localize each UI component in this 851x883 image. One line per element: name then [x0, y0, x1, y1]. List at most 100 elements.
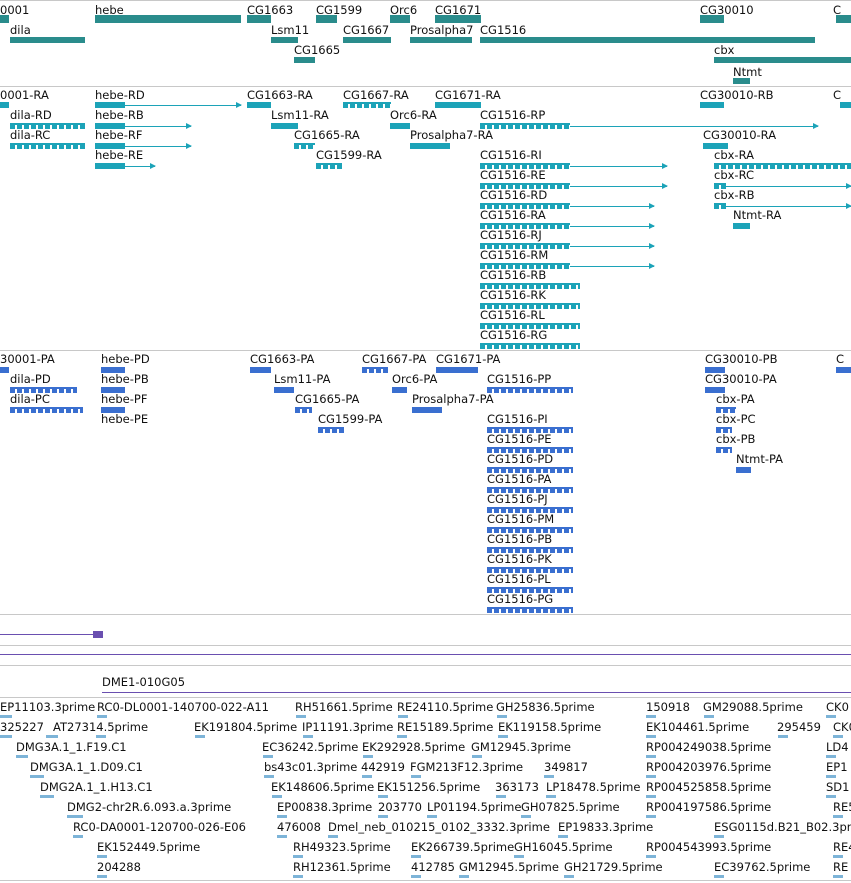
est-label-349817[interactable]: 349817: [544, 761, 588, 774]
est-mark-38[interactable]: [67, 815, 83, 818]
protein-label-cg1516-pd[interactable]: CG1516-PD: [487, 453, 553, 466]
transcript-label-lsm11-ra[interactable]: Lsm11-RA: [271, 109, 329, 122]
protein-label-cg1667-pa[interactable]: CG1667-PA: [362, 353, 426, 366]
transcript-label-cg30010-ra[interactable]: CG30010-RA: [703, 129, 776, 142]
transcript-label-orc6-ra[interactable]: Orc6-RA: [390, 109, 437, 122]
gene-exon-orc6-0[interactable]: [390, 15, 410, 23]
transcript-label-cg1667-ra[interactable]: CG1667-RA: [343, 89, 409, 102]
est-mark-43[interactable]: [646, 815, 656, 818]
purple-feature-line[interactable]: [0, 634, 97, 635]
transcript-label-cg1599-ra[interactable]: CG1599-RA: [316, 149, 382, 162]
purple-feature-block[interactable]: [93, 631, 103, 638]
transcript-exon-ntmt-ra-0[interactable]: [733, 223, 750, 229]
protein-label-cg1671-pa[interactable]: CG1671-PA: [436, 353, 500, 366]
gene-exon-cg1516-0[interactable]: [480, 37, 815, 43]
protein-label-cg1516-pg[interactable]: CG1516-PG: [487, 593, 553, 606]
est-label-dmg3a-1-1-f19-c1[interactable]: DMG3A.1_1.F19.C1: [16, 741, 127, 754]
est-label-rp004197586-5prime[interactable]: RP004197586.5prime: [646, 801, 771, 814]
transcript-exon-cg1665-ra-0[interactable]: [294, 143, 315, 149]
est-label-rp004203976-5prime[interactable]: RP004203976.5prime: [646, 761, 771, 774]
transcript-exon-cg1516-rg-0[interactable]: [480, 343, 580, 349]
est-mark-60[interactable]: [564, 875, 574, 878]
est-mark-54[interactable]: [646, 855, 656, 858]
est-label-ep19833-3prime[interactable]: EP19833.3prime: [558, 821, 653, 834]
transcript-label-prosalpha7-ra[interactable]: Prosalpha7-RA: [410, 129, 493, 142]
est-mark-51[interactable]: [293, 855, 303, 858]
protein-exon-cg1516-pp-0[interactable]: [487, 387, 573, 393]
est-mark-52[interactable]: [411, 855, 421, 858]
transcript-label-cg1516-rj[interactable]: CG1516-RJ: [480, 229, 542, 242]
est-mark-15[interactable]: [646, 715, 656, 718]
transcript-exon-prosalpha7-ra-0[interactable]: [410, 143, 450, 149]
est-mark-53[interactable]: [514, 855, 524, 858]
transcript-label-ntmt-ra[interactable]: Ntmt-RA: [733, 209, 781, 222]
est-label-dmg3a-1-1-d09-c1[interactable]: DMG3A.1_1.D09.C1: [30, 761, 143, 774]
transcript-intron-hebe-rd-1[interactable]: [125, 105, 241, 106]
transcript-label-c[interactable]: C: [833, 89, 841, 102]
est-mark-22[interactable]: [646, 755, 656, 758]
est-label-dmg2a-1-1-h13-c1[interactable]: DMG2A.1_1.H13.C1: [40, 781, 153, 794]
est-label-ep11103-3prime[interactable]: EP11103.3prime: [0, 701, 95, 714]
est-mark-46[interactable]: [277, 835, 287, 838]
gene-label-cg1516[interactable]: CG1516: [480, 24, 526, 37]
protein-label-ntmt-pa[interactable]: Ntmt-PA: [736, 453, 783, 466]
protein-exon-cg1665-pa-0[interactable]: [295, 407, 312, 413]
est-label-esg0115d-b21-b02-3prime[interactable]: ESG0115d.B21_B02.3prime: [714, 821, 851, 834]
transcript-exon-cg1671-ra-0[interactable]: [435, 102, 481, 108]
est-label-rc0-da0001-120700-026-e06[interactable]: RC0-DA0001-120700-026-E06: [73, 821, 246, 834]
est-label-ek292928-5prime[interactable]: EK292928.5prime: [362, 741, 465, 754]
est-label-ek191804-5prime[interactable]: EK191804.5prime: [194, 721, 297, 734]
protein-label-cg1665-pa[interactable]: CG1665-PA: [295, 393, 359, 406]
transcript-label-hebe-rf[interactable]: hebe-RF: [95, 129, 143, 142]
est-mark-55[interactable]: [833, 855, 843, 858]
est-mark-11[interactable]: [97, 715, 107, 718]
transcript-label-cg1516-rm[interactable]: CG1516-RM: [480, 249, 548, 262]
protein-label-cg1516-pi[interactable]: CG1516-PI: [487, 413, 548, 426]
protein-label-dila-pc[interactable]: dila-PC: [10, 393, 50, 406]
protein-exon-cg1599-pa-0[interactable]: [318, 427, 344, 433]
gene-exon-ntmt-0[interactable]: [733, 78, 750, 84]
genome-browser-canvas[interactable]: 0001 dila hebe CG1663 Lsm11 CG1665 CG1599 CG166…: [0, 0, 851, 883]
transcript-label-cg1665-ra[interactable]: CG1665-RA: [294, 129, 360, 142]
transcript-label-hebe-rb[interactable]: hebe-RB: [95, 109, 144, 122]
gene-label-lsm11[interactable]: Lsm11: [271, 24, 309, 37]
protein-label-prosalpha7-pa[interactable]: Prosalpha7-PA: [412, 393, 494, 406]
est-mark-13[interactable]: [398, 715, 408, 718]
est-mark-62[interactable]: [833, 875, 843, 878]
protein-exon-cg1663-pa-0[interactable]: [250, 367, 271, 373]
est-mark-30[interactable]: [826, 775, 836, 778]
gene-exon-cg1665-0[interactable]: [294, 57, 315, 63]
protein-label-cg1516-pj[interactable]: CG1516-PJ: [487, 493, 548, 506]
protein-exon-dila-pc-0[interactable]: [10, 407, 83, 413]
est-mark-16[interactable]: [704, 715, 714, 718]
transcript-intron-cg1516-rj-1[interactable]: [570, 246, 654, 247]
gene-exon-prosalpha7-0[interactable]: [410, 37, 472, 43]
est-mark-44[interactable]: [833, 815, 843, 818]
est-label-gh16045-5prime[interactable]: GH16045.5prime: [514, 841, 613, 854]
protein-exon-c-0[interactable]: [836, 367, 851, 373]
est-label-442919[interactable]: 442919: [361, 761, 405, 774]
est-label-ek148606-5prime[interactable]: EK148606.5prime: [271, 781, 374, 794]
est-mark-34[interactable]: [496, 795, 506, 798]
est-mark-6[interactable]: [498, 735, 508, 738]
est-mark-61[interactable]: [714, 875, 724, 878]
est-mark-17[interactable]: [826, 715, 836, 718]
est-mark-35[interactable]: [546, 795, 556, 798]
est-mark-27[interactable]: [411, 775, 421, 778]
est-mark-18[interactable]: [16, 755, 28, 758]
est-label-dmel-neb-010215-0102-3332-3prime[interactable]: Dmel_neb_010215_0102_3332.3prime: [328, 821, 550, 834]
est-mark-47[interactable]: [328, 835, 338, 838]
est-mark-25[interactable]: [264, 775, 274, 778]
est-label-ek266739-5prime[interactable]: EK266739.5prime: [411, 841, 514, 854]
protein-exon-30001-pa-0[interactable]: [0, 367, 9, 373]
est-label-ld4[interactable]: LD4: [826, 741, 849, 754]
est-mark-42[interactable]: [521, 815, 531, 818]
protein-label-cg1599-pa[interactable]: CG1599-PA: [318, 413, 382, 426]
transcript-label-cg1516-rg[interactable]: CG1516-RG: [480, 329, 547, 342]
est-mark-50[interactable]: [97, 855, 107, 858]
gene-exon-c-0[interactable]: [836, 15, 851, 23]
transcript-label-cbx-ra[interactable]: cbx-RA: [714, 149, 754, 162]
gene-exon-cg30010-0[interactable]: [700, 15, 724, 23]
est-mark-20[interactable]: [363, 755, 373, 758]
est-mark-39[interactable]: [277, 815, 287, 818]
